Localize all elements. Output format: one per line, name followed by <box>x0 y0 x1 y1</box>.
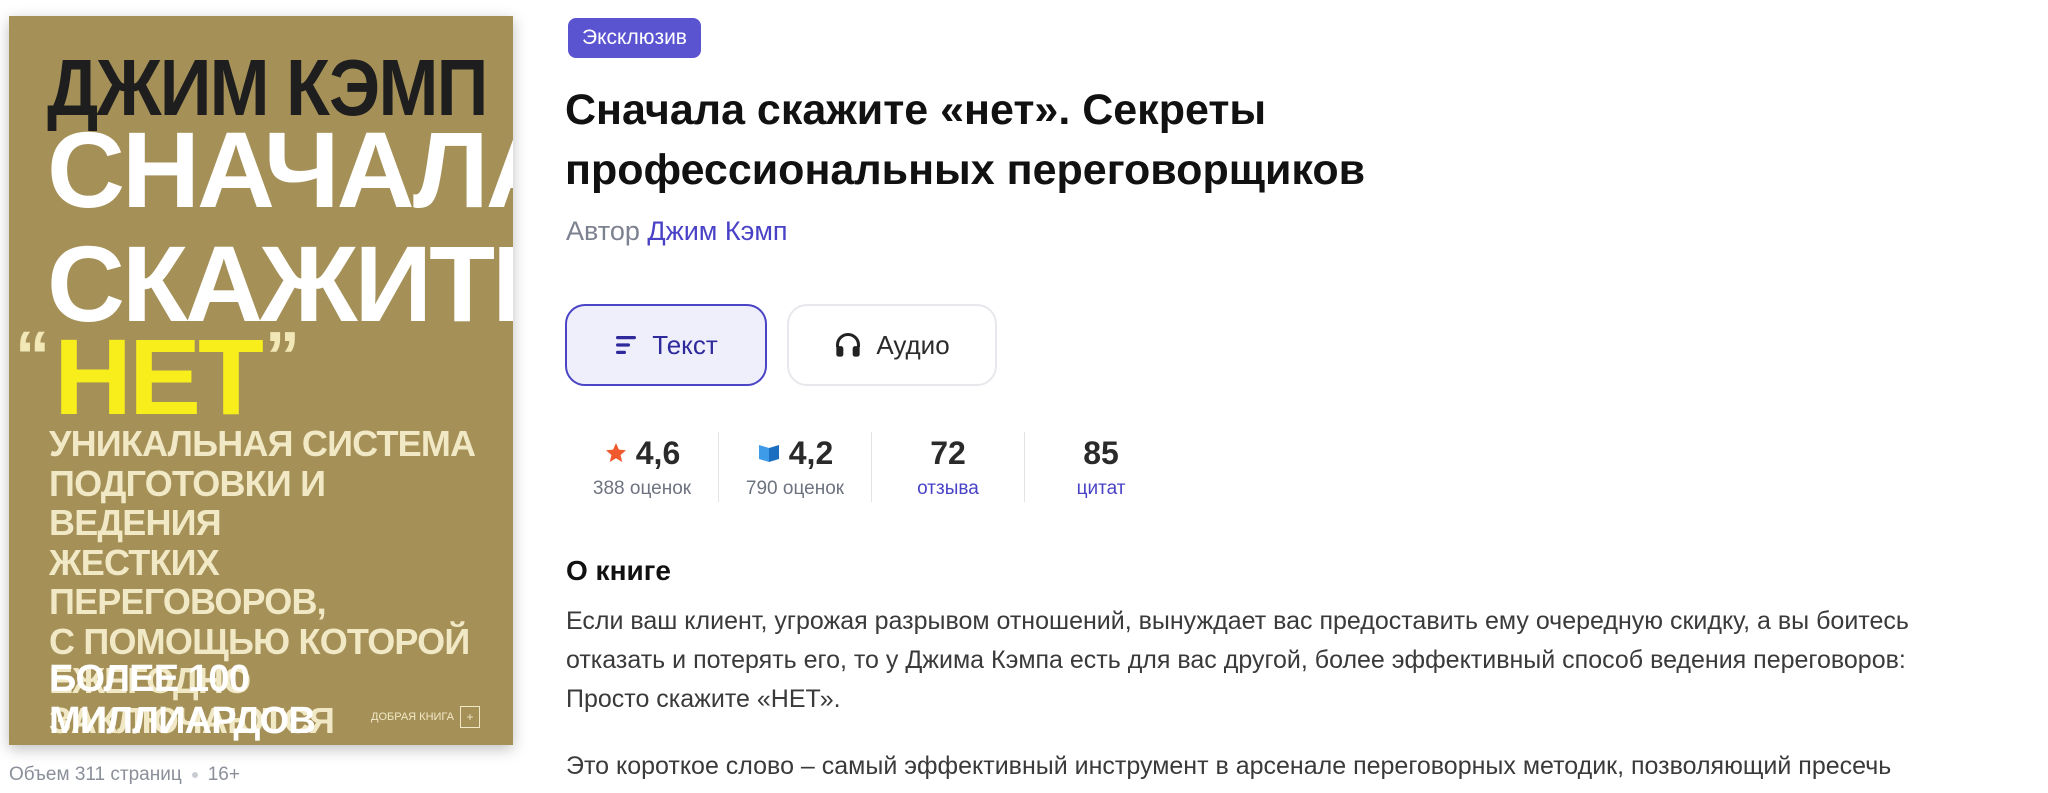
author-prefix: Автор <box>566 216 640 246</box>
stat-livelib-rating[interactable]: 4,2 790 оценок <box>719 432 872 502</box>
star-icon <box>605 443 626 462</box>
quote-open: “ <box>15 317 50 395</box>
about-paragraph-2: Это короткое слово – самый эффективный и… <box>566 747 2048 786</box>
format-text-button[interactable]: Текст <box>565 304 767 386</box>
about-p2-line1: Это короткое слово – самый эффективный и… <box>566 752 1892 780</box>
stat-quotes[interactable]: 85 цитат <box>1025 432 1177 502</box>
cover-title-line1: СНАЧАЛА <box>47 109 513 230</box>
book-title-line2: профессиональных переговорщиков <box>565 146 1366 194</box>
book-cover[interactable]: ДЖИМ КЭМП СНАЧАЛА СКАЖИТЕ “НЕТ” УНИКАЛЬН… <box>9 16 513 745</box>
page-count: Объем 311 страниц <box>9 764 182 785</box>
author-line: Автор Джим Кэмп <box>566 216 788 247</box>
cover-title-line3: “НЕТ” <box>15 321 300 433</box>
publisher-mark: + <box>459 706 480 728</box>
cover-subtitle-bold: БОЛЕЕ 100 МИЛЛИАРДОВ ДОЛЛАРОВ <box>49 658 316 745</box>
about-p1-line1: Если ваш клиент, угрожая разрывом отноше… <box>566 607 1909 635</box>
publisher-name: ДОБРАЯ КНИГА <box>371 711 454 723</box>
book-title-line1: Сначала скажите «нет». Секреты <box>565 86 1267 134</box>
quote-close: ” <box>265 317 300 395</box>
headphones-icon <box>836 333 861 357</box>
about-p1-line3: Просто скажите «НЕТ». <box>566 685 841 713</box>
separator-dot <box>191 772 198 778</box>
stat-value: 85 <box>1083 435 1119 471</box>
stat-reviews[interactable]: 72 отзыва <box>872 432 1025 502</box>
book-icon <box>758 445 779 462</box>
book-meta: Объем 311 страниц 16+ <box>9 764 240 786</box>
quotes-link[interactable]: цитат <box>1077 476 1126 502</box>
rating-stats: 4,6 388 оценок 4,2 790 оценок 72 отзыва … <box>566 432 1177 502</box>
reviews-link[interactable]: отзыва <box>917 476 979 502</box>
about-heading: О книге <box>566 555 671 586</box>
stat-value: 4,2 <box>788 435 834 471</box>
format-audio-label: Аудио <box>876 329 950 360</box>
format-text-label: Текст <box>652 329 718 360</box>
stat-litres-rating[interactable]: 4,6 388 оценок <box>566 432 719 502</box>
stat-value: 72 <box>930 435 966 471</box>
stat-caption: 790 оценок <box>745 478 845 499</box>
age-rating: 16+ <box>207 764 240 785</box>
about-paragraph-1: Если ваш клиент, угрожая разрывом отноше… <box>566 602 2048 719</box>
text-lines-icon <box>616 336 637 354</box>
publisher-logo: ДОБРАЯ КНИГА + <box>371 706 480 728</box>
cover-net: НЕТ <box>54 316 264 437</box>
stat-value: 4,6 <box>635 435 681 471</box>
format-audio-button[interactable]: Аудио <box>787 304 997 386</box>
book-title: Сначала скажите «нет». Секреты профессио… <box>565 80 1765 200</box>
about-p1-line2: отказать и потерять его, то у Джима Кэмп… <box>566 646 1906 674</box>
author-link[interactable]: Джим Кэмп <box>647 216 787 246</box>
exclusive-badge: Эксклюзив <box>568 18 701 58</box>
stat-caption: 388 оценок <box>592 478 692 499</box>
